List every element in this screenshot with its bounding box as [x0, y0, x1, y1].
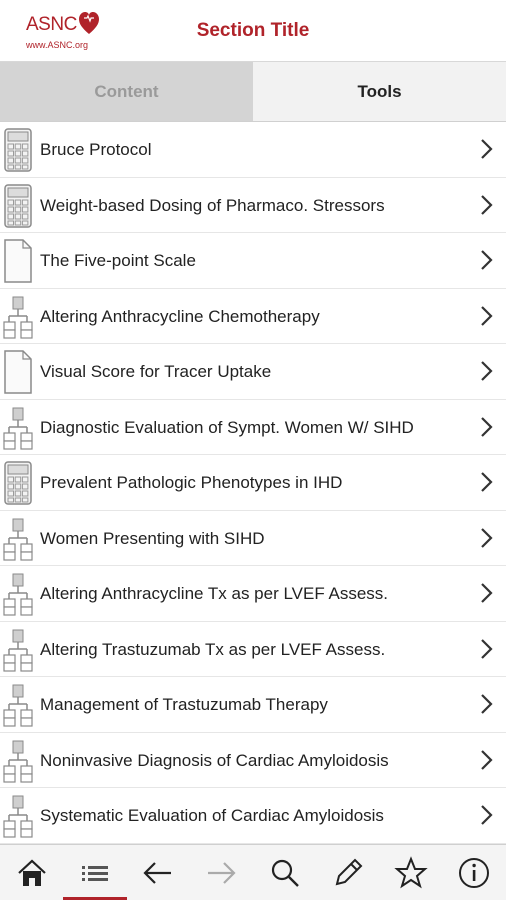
calculator-icon — [3, 460, 33, 506]
star-icon — [394, 855, 428, 888]
list-item[interactable]: Noninvasive Diagnosis of Cardiac Amyloid… — [0, 732, 506, 788]
list-item[interactable]: Altering Trastuzumab Tx as per LVEF Asse… — [0, 621, 506, 677]
flowchart-icon — [3, 738, 33, 784]
list-item[interactable]: Prevalent Pathologic Phenotypes in IHD — [0, 455, 506, 511]
flowchart-icon — [3, 793, 33, 839]
tab-bar: Content Tools — [0, 62, 506, 122]
forward-button[interactable] — [190, 845, 253, 900]
list-item-label: Bruce Protocol — [40, 140, 152, 159]
chevron-right-icon — [476, 303, 496, 329]
list-button[interactable] — [63, 845, 127, 900]
app-header: ASNC www.ASNC.org Section Title — [0, 0, 506, 62]
list-item[interactable]: Altering Anthracycline Chemotherapy — [0, 288, 506, 344]
list-item[interactable]: Weight-based Dosing of Pharmaco. Stresso… — [0, 177, 506, 233]
chevron-right-icon — [476, 414, 496, 440]
chevron-right-icon — [476, 247, 496, 273]
search-button[interactable] — [253, 845, 316, 900]
list-item-label: The Five-point Scale — [40, 251, 196, 270]
tools-list: Bruce Protocol Weight-based Dosing of Pha… — [0, 122, 506, 844]
chevron-right-icon — [476, 192, 496, 218]
flowchart-icon — [3, 294, 33, 340]
search-icon — [271, 859, 299, 887]
list-item-label: Diagnostic Evaluation of Sympt. Women W/… — [40, 417, 414, 437]
list-item[interactable]: Diagnostic Evaluation of Sympt. Women W/… — [0, 399, 506, 455]
list-item-label: Weight-based Dosing of Pharmaco. Stresso… — [40, 195, 385, 215]
chevron-right-icon — [476, 525, 496, 551]
list-item-label: Women Presenting with SIHD — [40, 528, 265, 548]
forward-arrow-icon — [208, 861, 236, 884]
chevron-right-icon — [476, 747, 496, 773]
list-item-label: Visual Score for Tracer Uptake — [40, 362, 272, 381]
list-item-label: Altering Anthracycline Tx as per LVEF As… — [40, 584, 389, 603]
flowchart-icon — [3, 405, 33, 451]
flowchart-icon — [3, 516, 33, 562]
favorites-button[interactable] — [380, 845, 443, 900]
list-item-label: Altering Trastuzumab Tx as per LVEF Asse… — [40, 639, 386, 659]
page-title: Section Title — [196, 20, 310, 41]
list-item[interactable]: Women Presenting with SIHD — [0, 510, 506, 566]
list-item[interactable]: Bruce Protocol — [0, 122, 506, 178]
list-item-label: Noninvasive Diagnosis of Cardiac Amyloid… — [40, 750, 389, 770]
bottom-toolbar — [0, 844, 506, 900]
pencil-icon — [335, 858, 363, 885]
flowchart-icon — [3, 627, 33, 673]
chevron-right-icon — [476, 358, 496, 384]
info-icon — [459, 857, 490, 888]
edit-button[interactable] — [316, 845, 379, 900]
list-item[interactable]: Visual Score for Tracer Uptake — [0, 344, 506, 400]
calculator-icon — [3, 127, 33, 173]
calculator-icon — [3, 183, 33, 229]
chevron-right-icon — [476, 691, 496, 717]
chevron-right-icon — [476, 469, 496, 495]
list-item-label: Altering Anthracycline Chemotherapy — [40, 306, 320, 326]
list-item[interactable]: Management of Trastuzumab Therapy — [0, 677, 506, 733]
list-item[interactable]: The Five-point Scale — [0, 233, 506, 289]
list-item[interactable]: Altering Anthracycline Tx as per LVEF As… — [0, 566, 506, 622]
list-item-label: Prevalent Pathologic Phenotypes in IHD — [40, 473, 343, 492]
tab-tools[interactable]: Tools — [253, 62, 506, 121]
back-button[interactable] — [127, 845, 190, 900]
tab-content[interactable]: Content — [0, 62, 253, 121]
flowchart-icon — [3, 682, 33, 728]
back-arrow-icon — [143, 861, 172, 884]
flowchart-icon — [3, 571, 33, 617]
list-item[interactable]: Systematic Evaluation of Cardiac Amyloid… — [0, 788, 506, 844]
home-button[interactable] — [0, 845, 63, 900]
list-item-label: Systematic Evaluation of Cardiac Amyloid… — [40, 806, 384, 825]
document-icon — [3, 238, 33, 284]
list-item-label: Management of Trastuzumab Therapy — [40, 695, 328, 714]
chevron-right-icon — [476, 636, 496, 662]
chevron-right-icon — [476, 136, 496, 162]
chevron-right-icon — [476, 580, 496, 606]
list-icon — [81, 865, 108, 881]
chevron-right-icon — [476, 802, 496, 828]
home-icon — [17, 859, 46, 886]
document-icon — [3, 349, 33, 395]
info-button[interactable] — [443, 845, 506, 900]
